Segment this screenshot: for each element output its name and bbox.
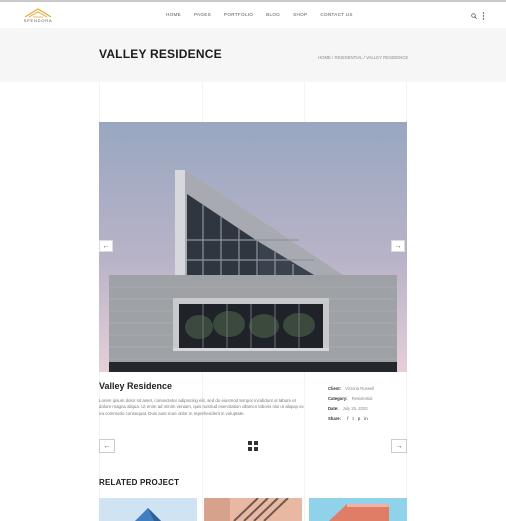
prev-project-button[interactable]: ← xyxy=(99,439,115,453)
slider-next-button[interactable]: → xyxy=(391,240,405,252)
project-title: Valley Residence xyxy=(99,381,173,391)
slider-prev-button[interactable]: ← xyxy=(99,240,113,252)
site-logo[interactable]: SPENDORA xyxy=(19,8,57,26)
page-title-bar xyxy=(0,28,506,82)
nav-blog[interactable]: BLOG xyxy=(266,12,280,22)
project-meta: Client: Victoria Russell Category: Resid… xyxy=(328,386,374,426)
search-icon[interactable] xyxy=(471,13,477,19)
main-nav: HOME PAGES PORTFOLIO BLOG SHOP CONTACT U… xyxy=(166,12,366,22)
meta-category-value[interactable]: Residential xyxy=(352,396,373,401)
project-hero-image xyxy=(99,122,407,372)
nav-contact[interactable]: CONTACT US xyxy=(320,12,352,22)
next-project-button[interactable]: → xyxy=(391,439,407,453)
site-header: SPENDORA HOME PAGES PORTFOLIO BLOG SHOP … xyxy=(0,2,506,29)
meta-date: Date: July 25, 2020 xyxy=(328,406,374,416)
related-project-image xyxy=(204,498,302,521)
arrow-right-icon: → xyxy=(395,442,403,450)
related-project-thumbnail[interactable] xyxy=(204,498,302,521)
page-title: VALLEY RESIDENCE xyxy=(99,47,222,61)
meta-share: Share: f t p in xyxy=(328,416,374,426)
arrow-left-icon: ← xyxy=(103,442,111,450)
logo-roof-icon xyxy=(24,8,52,18)
building-illustration xyxy=(109,170,397,372)
meta-client: Client: Victoria Russell xyxy=(328,386,374,396)
meta-client-label: Client: xyxy=(328,386,342,391)
logo-text: SPENDORA xyxy=(23,18,53,23)
nav-pages[interactable]: PAGES xyxy=(194,12,211,22)
meta-share-label: Share: xyxy=(328,416,342,421)
linkedin-icon[interactable]: in xyxy=(364,416,368,421)
meta-category-label: Category: xyxy=(328,396,348,401)
meta-date-label: Date: xyxy=(328,406,339,411)
more-vertical-icon[interactable] xyxy=(482,12,485,20)
related-projects-heading: RELATED PROJECT xyxy=(99,478,180,487)
nav-shop[interactable]: SHOP xyxy=(293,12,307,22)
meta-client-value: Victoria Russell xyxy=(345,386,374,391)
related-project-thumbnail[interactable] xyxy=(99,498,197,521)
breadcrumb[interactable]: HOME / RESIDENTIAL / VALLEY RESIDENCE xyxy=(318,55,408,60)
share-icons: f t p in xyxy=(347,416,368,421)
related-project-thumbnail[interactable] xyxy=(309,498,407,521)
facebook-icon[interactable]: f xyxy=(347,416,348,421)
nav-portfolio-label: PORTFOLIO xyxy=(223,12,254,17)
meta-category: Category: Residential xyxy=(328,396,374,406)
nav-home[interactable]: HOME xyxy=(166,12,181,22)
pinterest-icon[interactable]: p xyxy=(358,416,361,421)
nav-portfolio[interactable]: PORTFOLIO xyxy=(224,12,253,22)
project-description: Lorem ipsum dolor sit amet, consectetur … xyxy=(99,398,304,416)
arrow-right-icon: → xyxy=(394,242,402,250)
twitter-icon[interactable]: t xyxy=(352,416,353,421)
meta-date-value: July 25, 2020 xyxy=(342,406,368,411)
related-project-image xyxy=(309,498,407,521)
related-project-image xyxy=(99,498,197,521)
grid-view-icon[interactable] xyxy=(248,441,258,451)
arrow-left-icon: ← xyxy=(102,242,110,250)
